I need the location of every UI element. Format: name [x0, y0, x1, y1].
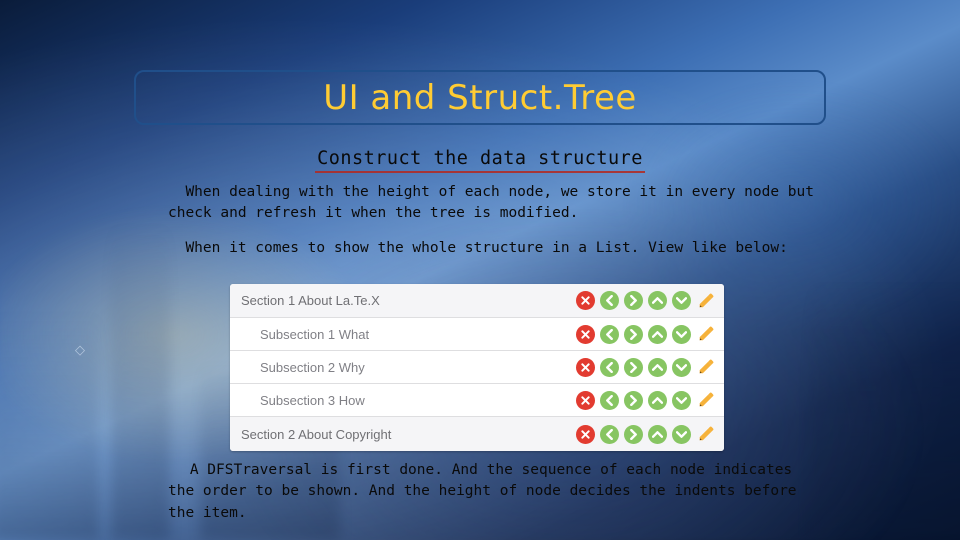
background-shape: [0, 310, 100, 540]
list-item-label: Section 1 About La.Te.X: [230, 293, 576, 308]
pencil-icon[interactable]: [697, 425, 715, 443]
list-item[interactable]: Section 2 About Copyright: [230, 417, 724, 451]
chevron-up-icon[interactable]: [648, 425, 667, 444]
paragraph-2: When it comes to show the whole structur…: [168, 238, 808, 259]
delete-icon[interactable]: [576, 358, 595, 377]
pencil-icon[interactable]: [697, 325, 715, 343]
chevron-right-icon[interactable]: [624, 291, 643, 310]
list-item-actions: [576, 425, 724, 444]
delete-icon[interactable]: [576, 325, 595, 344]
list-item-actions: [576, 291, 724, 310]
list-item[interactable]: Subsection 3 How: [230, 384, 724, 417]
chevron-right-icon[interactable]: [624, 425, 643, 444]
decorative-diamond-icon: ◇: [75, 342, 85, 358]
chevron-right-icon[interactable]: [624, 391, 643, 410]
background-shape: [810, 280, 960, 540]
delete-icon[interactable]: [576, 291, 595, 310]
chevron-right-icon[interactable]: [624, 325, 643, 344]
chevron-left-icon[interactable]: [600, 291, 619, 310]
list-item[interactable]: Section 1 About La.Te.X: [230, 284, 724, 318]
paragraph-1: When dealing with the height of each nod…: [168, 182, 818, 225]
background-shape: [110, 220, 170, 540]
chevron-down-icon[interactable]: [672, 291, 691, 310]
list-item-actions: [576, 325, 724, 344]
delete-icon[interactable]: [576, 391, 595, 410]
pencil-icon[interactable]: [697, 391, 715, 409]
chevron-up-icon[interactable]: [648, 291, 667, 310]
chevron-up-icon[interactable]: [648, 325, 667, 344]
list-item-actions: [576, 391, 724, 410]
list-item-label: Section 2 About Copyright: [230, 427, 576, 442]
chevron-down-icon[interactable]: [672, 425, 691, 444]
slide-title: UI and Struct.Tree: [323, 78, 637, 118]
list-item-label: Subsection 2 Why: [230, 360, 576, 375]
list-item-label: Subsection 3 How: [230, 393, 576, 408]
chevron-right-icon[interactable]: [624, 358, 643, 377]
listview-panel: Section 1 About La.Te.X Subsection 1 What…: [230, 284, 724, 451]
pencil-icon[interactable]: [697, 292, 715, 310]
pencil-icon[interactable]: [697, 358, 715, 376]
chevron-up-icon[interactable]: [648, 391, 667, 410]
chevron-down-icon[interactable]: [672, 391, 691, 410]
delete-icon[interactable]: [576, 425, 595, 444]
chevron-down-icon[interactable]: [672, 325, 691, 344]
chevron-left-icon[interactable]: [600, 391, 619, 410]
chevron-up-icon[interactable]: [648, 358, 667, 377]
chevron-left-icon[interactable]: [600, 358, 619, 377]
list-item-actions: [576, 358, 724, 377]
chevron-left-icon[interactable]: [600, 425, 619, 444]
slide-subtitle: Construct the data structure: [0, 148, 960, 169]
list-item-label: Subsection 1 What: [230, 327, 576, 342]
paragraph-3: A DFSTraversal is first done. And the se…: [168, 460, 808, 524]
list-item[interactable]: Subsection 1 What: [230, 318, 724, 351]
title-frame: UI and Struct.Tree: [134, 70, 826, 125]
chevron-down-icon[interactable]: [672, 358, 691, 377]
list-item[interactable]: Subsection 2 Why: [230, 351, 724, 384]
chevron-left-icon[interactable]: [600, 325, 619, 344]
